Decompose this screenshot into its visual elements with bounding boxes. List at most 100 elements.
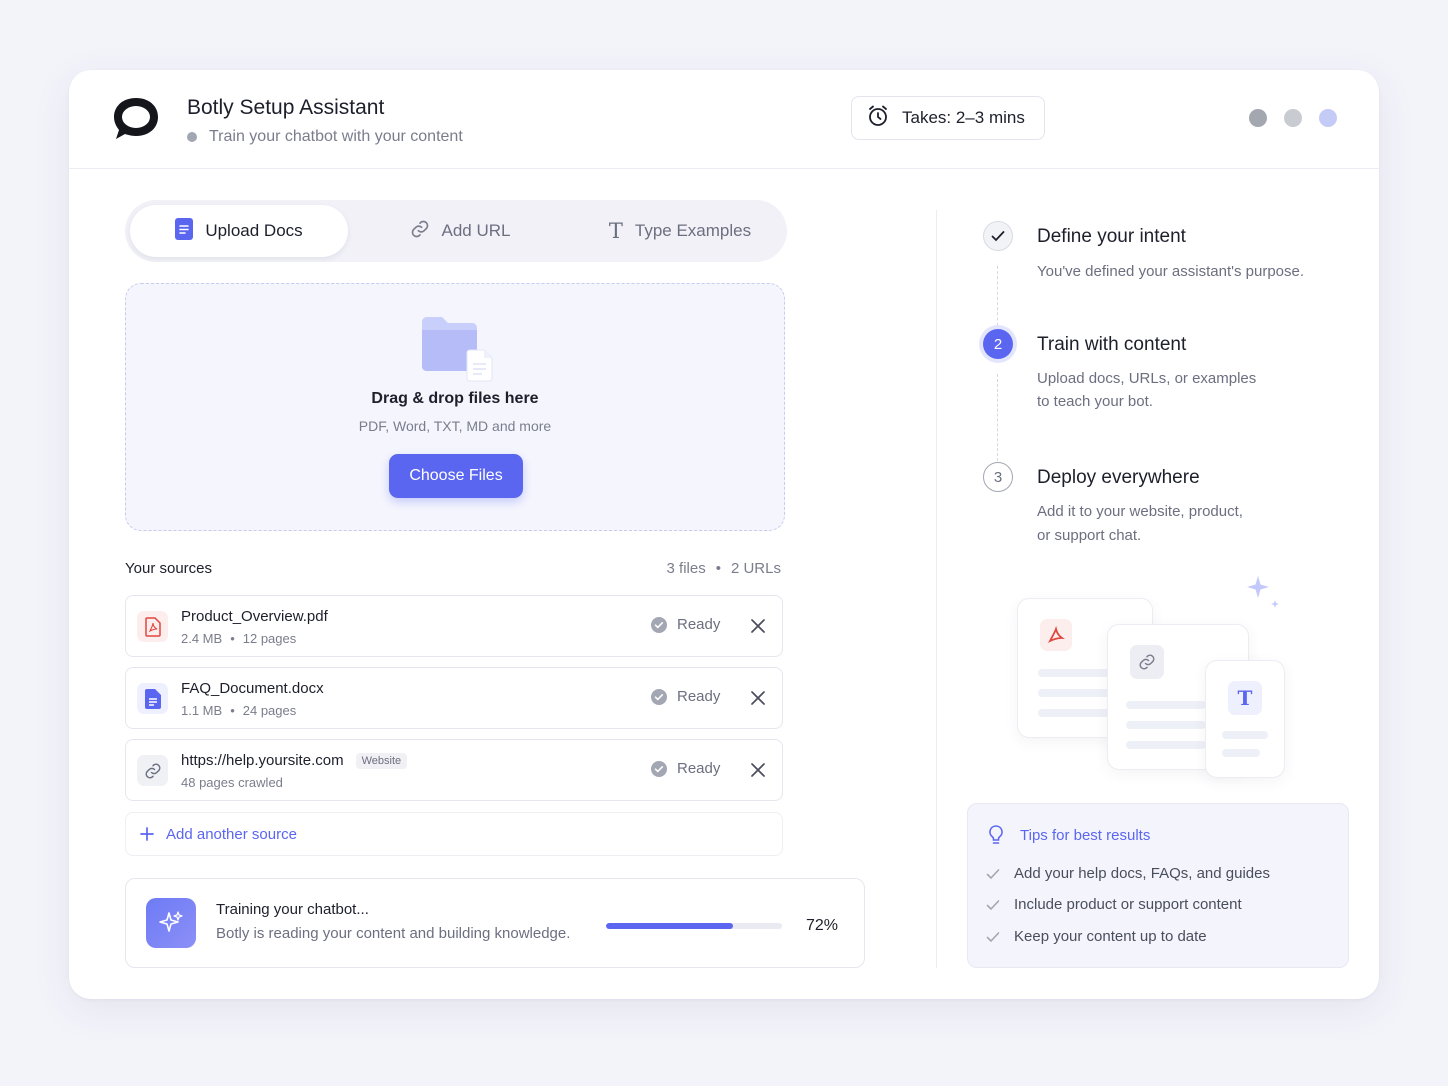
window-dot-1[interactable] <box>1249 109 1267 127</box>
choose-files-button[interactable]: Choose Files <box>389 454 523 498</box>
source-size: 2.4 MB <box>181 631 223 646</box>
tip-text: Keep your content up to date <box>1014 928 1207 945</box>
illustration-line <box>1126 701 1206 709</box>
step-2-desc-line-2: to teach your bot. <box>1037 393 1153 410</box>
remove-source-button[interactable] <box>746 614 770 638</box>
source-crawled: 48 pages crawled <box>181 775 283 790</box>
tip-item: Keep your content up to date <box>986 928 1207 945</box>
time-estimate-label: Takes: 2–3 mins <box>902 108 1025 127</box>
source-meta: 1.1 MB • 24 pages <box>181 703 296 718</box>
step-1-desc: You've defined your assistant's purpose. <box>1037 263 1305 280</box>
source-status: Ready <box>651 616 720 633</box>
plus-icon <box>140 827 154 841</box>
illustration-line <box>1222 749 1260 757</box>
dropzone-title: Drag & drop files here <box>371 390 539 407</box>
tip-item: Add your help docs, FAQs, and guides <box>986 865 1270 882</box>
training-status-card: Training your chatbot... Botly is readin… <box>125 878 865 968</box>
check-circle-icon <box>651 616 667 633</box>
alarm-clock-icon <box>866 104 890 133</box>
illustration-line <box>1126 721 1206 729</box>
source-name: https://help.yoursite.com Website <box>181 752 408 769</box>
window-dot-2[interactable] <box>1284 109 1302 127</box>
source-size: 1.1 MB <box>181 703 223 718</box>
check-circle-icon <box>651 760 667 777</box>
status-label: Ready <box>677 688 721 705</box>
pdf-icon <box>137 611 168 642</box>
tip-item: Include product or support content <box>986 896 1242 913</box>
step-2-desc-line-1: Upload docs, URLs, or examples <box>1037 370 1257 387</box>
illustration-text-card: T <box>1205 660 1285 778</box>
file-dropzone[interactable]: Drag & drop files here PDF, Word, TXT, M… <box>125 283 785 531</box>
window-dot-3[interactable] <box>1319 109 1337 127</box>
tab-type-examples-label: Type Examples <box>634 221 752 240</box>
tips-title: Tips for best results <box>1020 827 1151 844</box>
doc-icon <box>137 683 168 714</box>
app-subtitle: Train your chatbot with your content <box>187 128 463 146</box>
illustration-line <box>1038 669 1118 677</box>
source-pages: 24 pages <box>242 703 297 718</box>
step-1-check-icon <box>983 221 1013 251</box>
illustration-text-t-icon: T <box>1228 681 1262 715</box>
status-label: Ready <box>677 616 721 633</box>
tip-text: Add your help docs, FAQs, and guides <box>1014 865 1270 882</box>
tab-upload-docs[interactable]: Upload Docs <box>130 205 348 257</box>
check-icon <box>986 868 1000 879</box>
setup-card: Botly Setup Assistant Train your chatbot… <box>69 70 1379 999</box>
step-3-desc-line-2: or support chat. <box>1037 527 1142 544</box>
source-pages: 12 pages <box>242 631 297 646</box>
illustration-line <box>1038 689 1118 697</box>
close-icon <box>751 619 765 633</box>
column-divider <box>936 210 937 968</box>
add-source-button[interactable]: Add another source <box>125 812 783 856</box>
source-status: Ready <box>651 688 720 705</box>
step-connector <box>997 374 998 466</box>
sources-count: 3 files • 2 URLs <box>667 560 781 577</box>
sources-title: Your sources <box>125 560 212 577</box>
source-status: Ready <box>651 760 720 777</box>
separator-dot: • <box>715 560 721 577</box>
remove-source-button[interactable] <box>746 758 770 782</box>
tab-add-url[interactable]: Add URL <box>375 205 545 257</box>
app-title: Botly Setup Assistant <box>187 96 385 119</box>
source-meta: 2.4 MB • 12 pages <box>181 631 296 646</box>
source-name-text: FAQ_Document.docx <box>181 680 324 697</box>
illustration-pdf-icon <box>1040 619 1072 651</box>
meta-separator: • <box>230 631 235 646</box>
training-progress-label: 72% <box>806 917 839 934</box>
source-name: FAQ_Document.docx <box>181 680 324 697</box>
source-name-text: https://help.yoursite.com <box>181 752 344 769</box>
close-icon <box>751 763 765 777</box>
status-label: Ready <box>677 760 721 777</box>
illustration-line <box>1038 709 1118 717</box>
text-t-icon: T <box>608 219 623 243</box>
header: Botly Setup Assistant Train your chatbot… <box>69 70 1379 169</box>
tab-type-examples[interactable]: T Type Examples <box>580 205 780 257</box>
tab-add-url-label: Add URL <box>441 221 511 240</box>
training-title: Training your chatbot... <box>216 901 369 918</box>
check-icon <box>986 931 1000 942</box>
time-estimate-pill: Takes: 2–3 mins <box>851 96 1045 140</box>
illustration-line <box>1126 741 1206 749</box>
step-2-badge: 2 <box>983 329 1013 359</box>
website-badge: Website <box>355 752 408 769</box>
link-icon <box>137 755 168 786</box>
source-name: Product_Overview.pdf <box>181 608 328 625</box>
step-2-title: Train with content <box>1037 334 1187 355</box>
files-count: 3 files <box>666 560 706 577</box>
app-subtitle-text: Train your chatbot with your content <box>209 128 463 145</box>
source-meta: 48 pages crawled <box>181 775 283 790</box>
step-3-title: Deploy everywhere <box>1037 467 1200 488</box>
source-row: FAQ_Document.docx 1.1 MB • 24 pages Read… <box>125 667 783 729</box>
training-progress-fill <box>606 923 733 929</box>
source-tabs: Upload Docs Add URL T Type Examples <box>125 200 787 262</box>
sources-illustration: T <box>1015 570 1315 790</box>
window-dots <box>1249 109 1337 127</box>
training-progress-bar <box>606 923 782 929</box>
step-connector <box>997 266 998 336</box>
training-subtitle: Botly is reading your content and buildi… <box>216 925 571 942</box>
step-3-desc-line-1: Add it to your website, product, <box>1037 503 1243 520</box>
remove-source-button[interactable] <box>746 686 770 710</box>
chat-bubble-logo-icon <box>111 94 161 144</box>
close-icon <box>751 691 765 705</box>
step-1-title: Define your intent <box>1037 226 1186 247</box>
